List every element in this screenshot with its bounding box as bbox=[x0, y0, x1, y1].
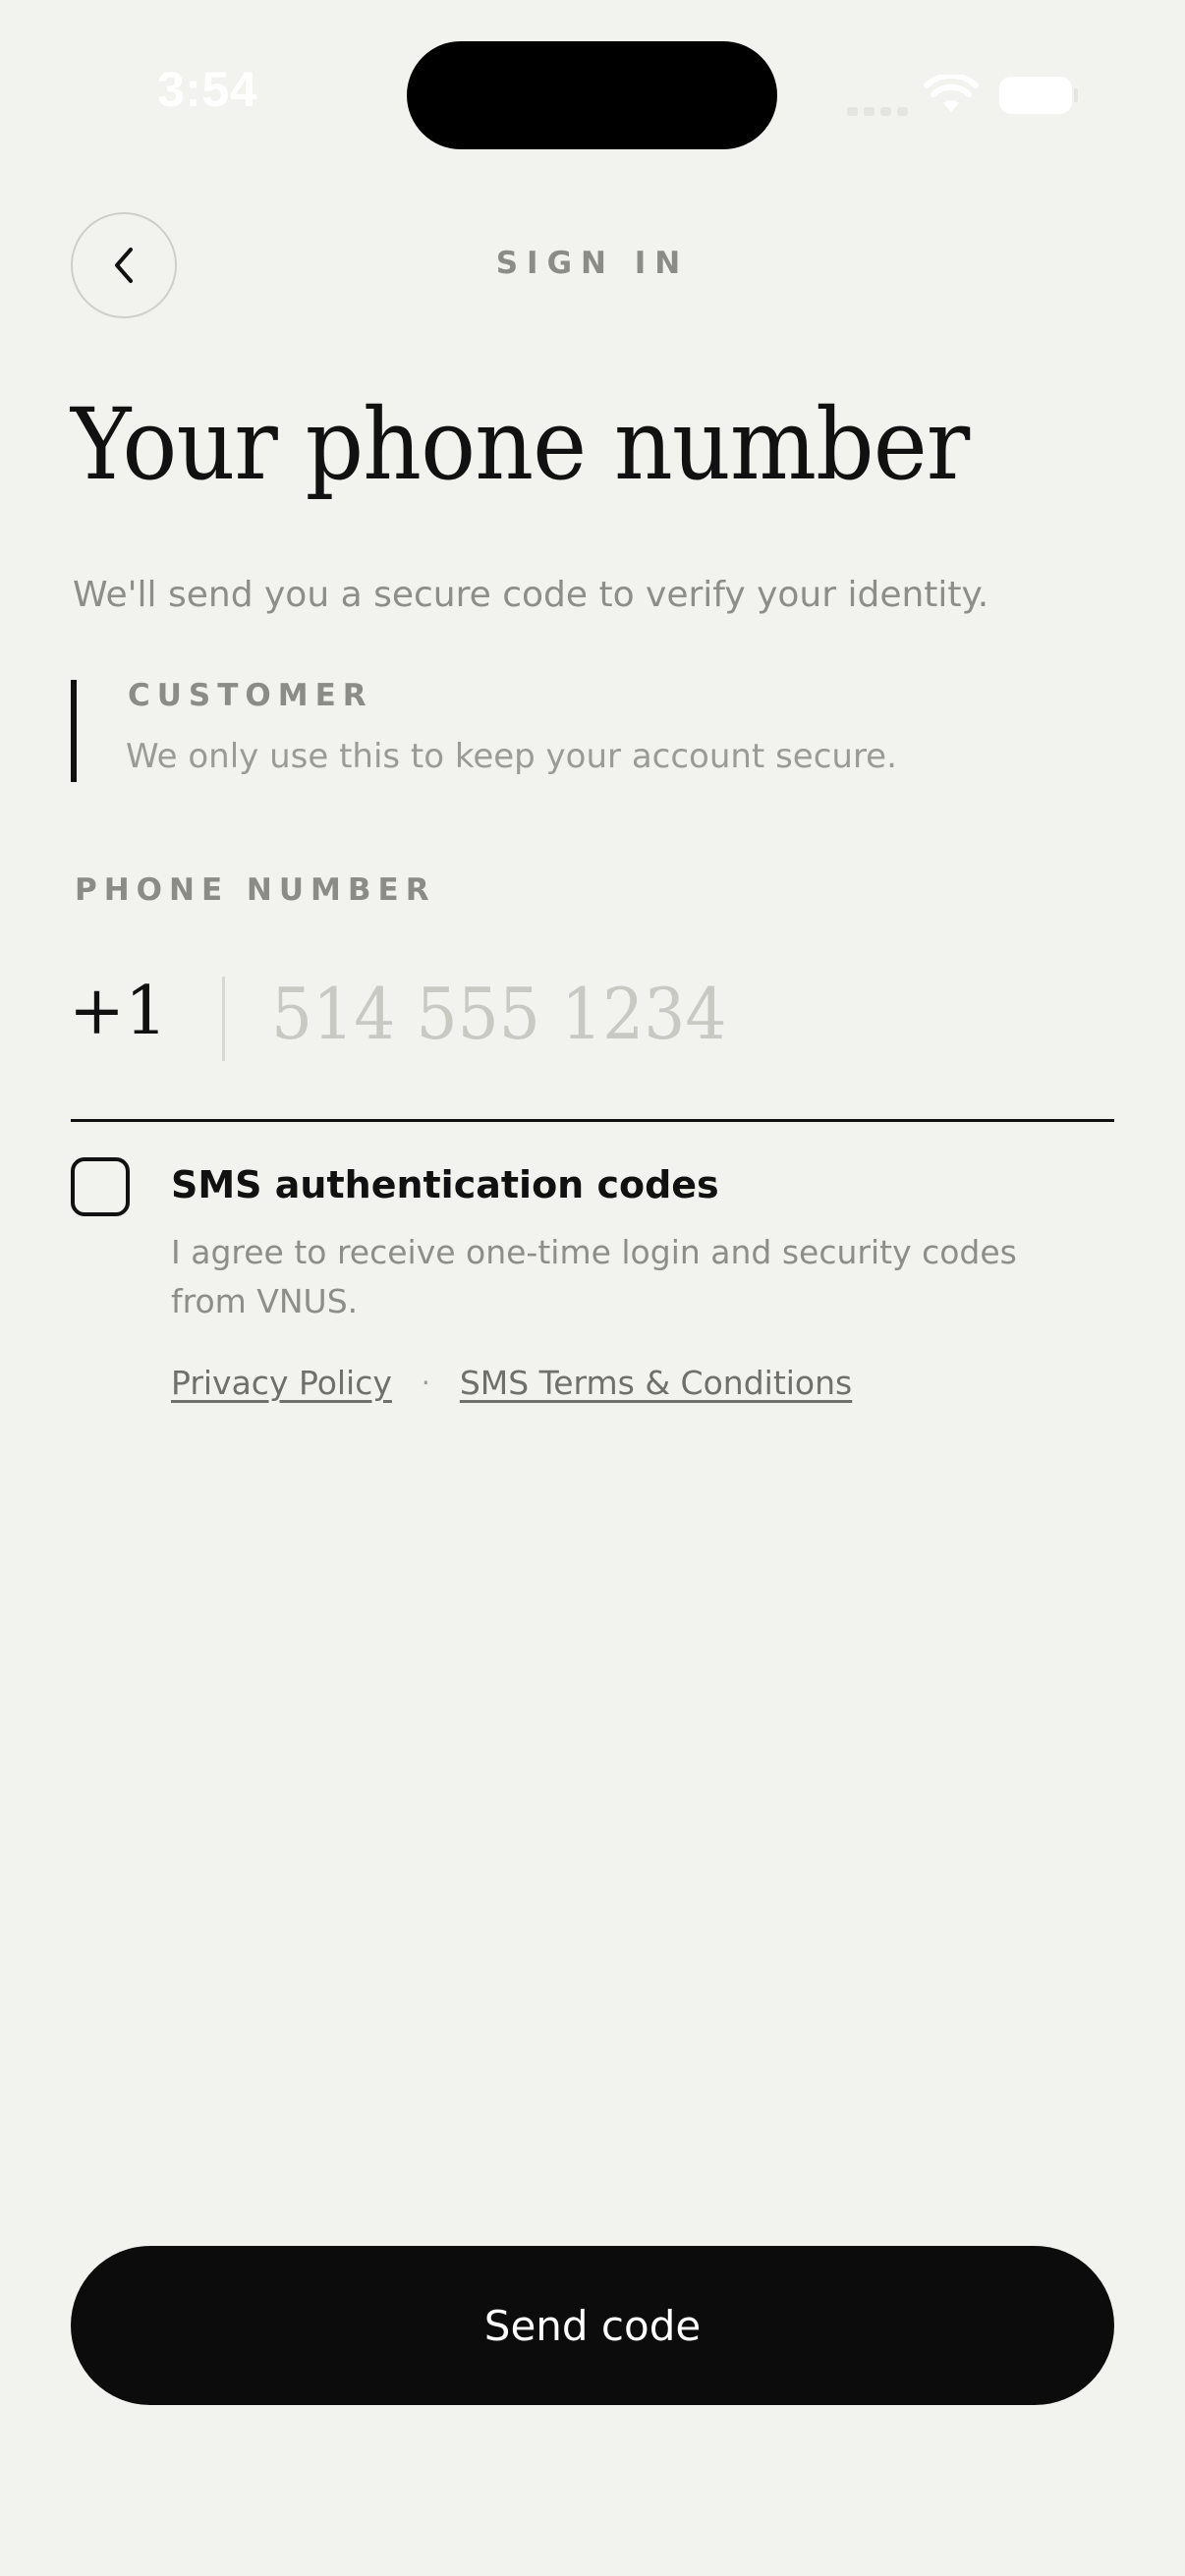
header-title: SIGN IN bbox=[495, 246, 690, 281]
wifi-icon bbox=[924, 75, 979, 112]
note-heading: CUSTOMER bbox=[128, 678, 373, 713]
consent-text: I agree to receive one-time login and se… bbox=[171, 1233, 1017, 1320]
field-divider bbox=[222, 977, 225, 1061]
legal-links: Privacy Policy · SMS Terms & Conditions bbox=[171, 1364, 852, 1402]
page-title: Your phone number bbox=[71, 387, 970, 502]
field-underline bbox=[71, 1119, 1114, 1122]
page-subtitle: We'll send you a secure code to verify y… bbox=[73, 575, 989, 615]
sms-terms-link[interactable]: SMS Terms & Conditions bbox=[460, 1364, 852, 1402]
consent-title: SMS authentication codes bbox=[171, 1163, 719, 1206]
note-accent-bar bbox=[71, 680, 77, 782]
dynamic-island bbox=[407, 41, 777, 149]
send-code-button[interactable]: Send code bbox=[71, 2246, 1114, 2405]
status-time: 3:54 bbox=[157, 62, 258, 117]
sms-consent-checkbox[interactable] bbox=[71, 1157, 130, 1216]
link-separator: · bbox=[421, 1367, 430, 1399]
sign-in-screen: 3:54 SIGN IN Your phone number We'll sen… bbox=[0, 0, 1185, 2576]
phone-number-label: PHONE NUMBER bbox=[75, 872, 436, 908]
privacy-policy-link[interactable]: Privacy Policy bbox=[171, 1364, 392, 1402]
note-text: We only use this to keep your account se… bbox=[126, 737, 897, 776]
phone-number-input[interactable] bbox=[271, 965, 1040, 1063]
country-code[interactable]: +1 bbox=[69, 973, 167, 1050]
cellular-signal-icon bbox=[847, 96, 908, 116]
battery-icon bbox=[999, 77, 1078, 114]
